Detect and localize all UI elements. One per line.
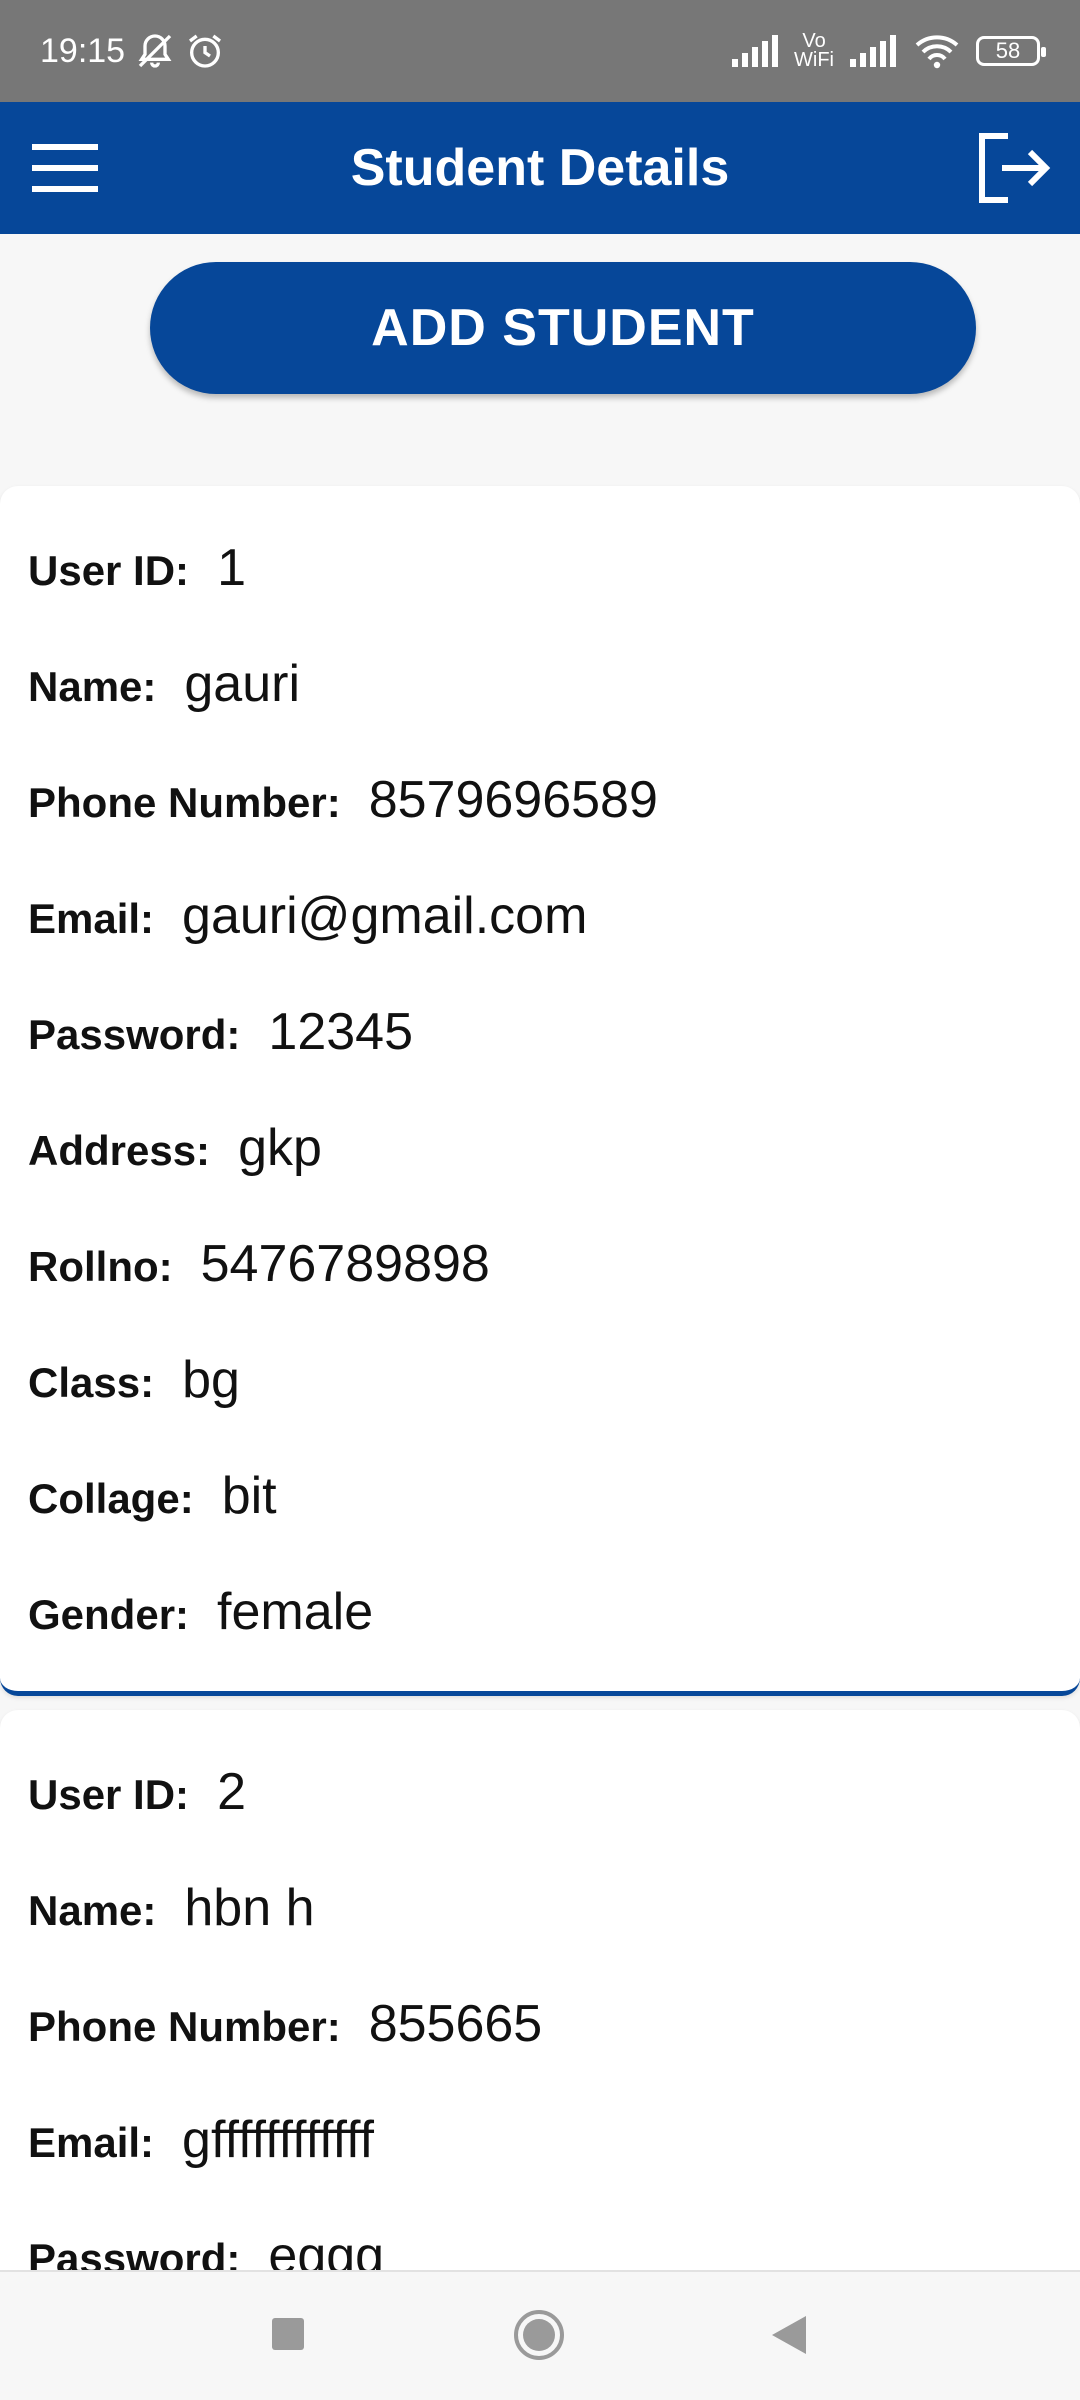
recents-square-icon[interactable] xyxy=(270,2316,306,2352)
bell-off-icon xyxy=(138,34,172,68)
field-label: Collage: xyxy=(28,1475,194,1522)
menu-icon[interactable] xyxy=(30,142,100,194)
field-email: Email: gauri@gmail.com xyxy=(28,868,1080,984)
field-gender: Gender: female xyxy=(28,1564,1080,1680)
field-label: Address: xyxy=(28,1127,211,1174)
field-value: 2 xyxy=(217,1763,246,1821)
field-name: Name: gauri xyxy=(28,636,1080,752)
field-label: Phone Number: xyxy=(28,779,341,826)
vowifi-indicator: Vo WiFi xyxy=(794,31,834,71)
field-phone: Phone Number: 8579696589 xyxy=(28,752,1080,868)
field-value: female xyxy=(217,1583,374,1641)
home-circle-icon[interactable] xyxy=(512,2308,566,2362)
field-address: Address: gkp xyxy=(28,1100,1080,1216)
field-value: gffffffffffff xyxy=(182,2111,374,2169)
alarm-icon xyxy=(189,34,222,68)
wifi-icon xyxy=(915,35,959,69)
page-title: Student Details xyxy=(350,139,730,197)
field-collage: Collage: bit xyxy=(28,1448,1080,1564)
back-triangle-icon[interactable] xyxy=(768,2314,808,2356)
status-bar: 19:15 Vo WiFi 58 xyxy=(0,0,1080,102)
field-rollno: Rollno: 5476789898 xyxy=(28,1216,1080,1332)
field-phone: Phone Number: 855665 xyxy=(28,1976,1080,2092)
vowifi-line2: WiFi xyxy=(794,49,834,71)
signal-icon xyxy=(732,35,779,67)
field-label: Class: xyxy=(28,1359,155,1406)
field-value: 12345 xyxy=(268,1003,414,1061)
field-user-id: User ID: 2 xyxy=(28,1744,1080,1860)
field-value: 5476789898 xyxy=(200,1235,490,1293)
field-class: Class: bg xyxy=(28,1332,1080,1448)
app-bar: Student Details xyxy=(0,102,1080,234)
field-label: Phone Number: xyxy=(28,2003,341,2050)
field-value: hbn h xyxy=(184,1879,315,1937)
field-value: gauri@gmail.com xyxy=(182,887,588,945)
field-label: Email: xyxy=(28,895,155,942)
field-label: Name: xyxy=(28,1887,157,1934)
field-label: Password: xyxy=(28,1011,241,1058)
field-value: 1 xyxy=(217,539,246,597)
field-name: Name: hbn h xyxy=(28,1860,1080,1976)
field-label: User ID: xyxy=(28,547,190,594)
student-list: User ID: 1 Name: gauri Phone Number: 857… xyxy=(0,486,1080,2310)
field-label: Rollno: xyxy=(28,1243,173,1290)
field-label: Email: xyxy=(28,2119,155,2166)
battery-indicator: 58 xyxy=(976,36,1046,66)
logout-icon[interactable] xyxy=(974,130,1054,206)
field-email: Email: gffffffffffff xyxy=(28,2092,1080,2208)
field-value: 855665 xyxy=(368,1995,543,2053)
add-student-button[interactable]: ADD STUDENT xyxy=(150,262,976,394)
field-label: Gender: xyxy=(28,1591,190,1638)
field-value: gauri xyxy=(184,655,301,713)
status-time: 19:15 xyxy=(40,31,126,70)
field-label: User ID: xyxy=(28,1771,190,1818)
field-value: bit xyxy=(221,1467,277,1525)
signal-icon-2 xyxy=(850,35,896,67)
field-user-id: User ID: 1 xyxy=(28,520,1080,636)
field-password: Password: 12345 xyxy=(28,984,1080,1100)
status-right: Vo WiFi 58 xyxy=(730,31,1046,71)
system-nav-bar xyxy=(0,2270,1080,2400)
field-label: Name: xyxy=(28,663,157,710)
student-card[interactable]: User ID: 1 Name: gauri Phone Number: 857… xyxy=(0,486,1080,1696)
status-left: 19:15 xyxy=(40,31,225,71)
field-value: bg xyxy=(182,1351,240,1409)
field-value: gkp xyxy=(238,1119,322,1177)
student-card[interactable]: User ID: 2 Name: hbn h Phone Number: 855… xyxy=(0,1710,1080,2310)
field-value: 8579696589 xyxy=(368,771,658,829)
